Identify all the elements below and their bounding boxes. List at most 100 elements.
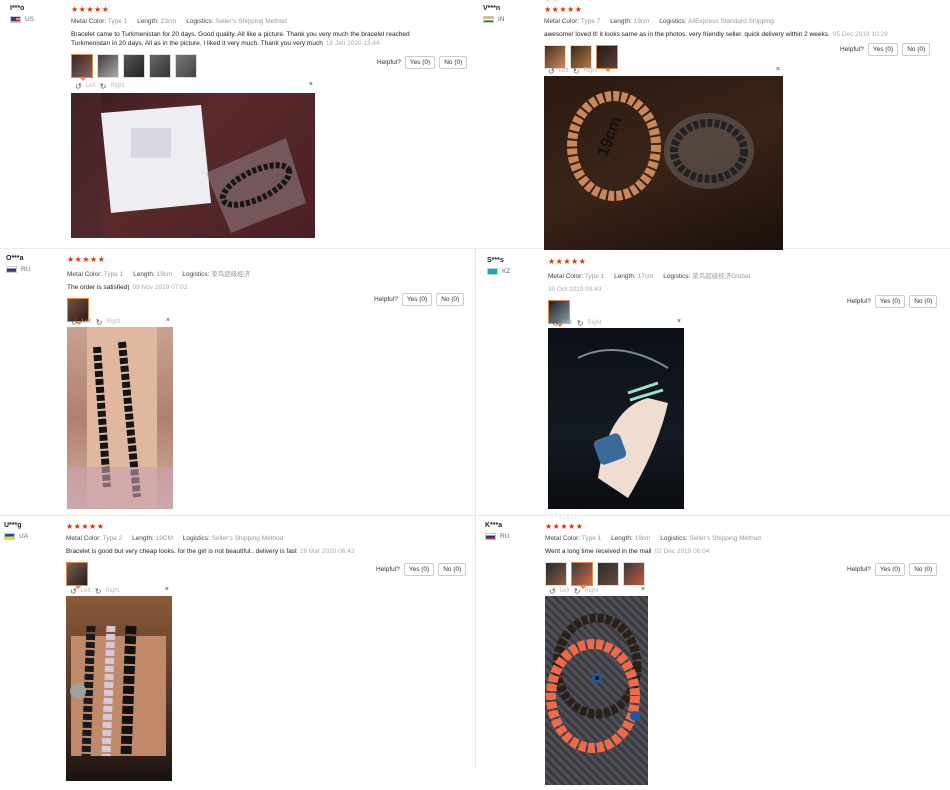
review-photo [66, 596, 172, 781]
rotate-left-icon[interactable]: ↺ [70, 587, 77, 596]
reviewer-country: UA [19, 533, 29, 540]
rotate-right-label[interactable]: Right [106, 319, 120, 325]
rating-stars: ★★★★★ [71, 5, 110, 14]
column-divider [475, 248, 476, 768]
photo-thumbnail[interactable] [71, 54, 93, 81]
rotate-right-label[interactable]: Right [583, 68, 597, 74]
photo-viewer: ↺ Left ↻ Right × [71, 81, 317, 243]
rotate-right-icon[interactable]: ↻ [577, 319, 584, 328]
photo-thumbnail[interactable] [623, 562, 645, 586]
rotate-right-label[interactable]: Right [584, 588, 598, 594]
rotate-right-icon[interactable]: ↻ [95, 587, 102, 596]
rotate-left-icon[interactable]: ↺ [552, 319, 559, 328]
row-divider [0, 515, 950, 516]
photo-thumbnail[interactable] [123, 54, 145, 78]
photo-thumbnail[interactable] [175, 54, 197, 78]
close-icon[interactable]: × [166, 317, 170, 324]
sku-info: Metal Color: Type 1 Length: 17cm Logisti… [548, 273, 751, 280]
photo-viewer: ↺ Left ↻ Right × 19cm [544, 66, 784, 250]
rotate-right-icon[interactable]: ↻ [574, 587, 581, 596]
rotate-right-icon[interactable]: ↻ [96, 318, 103, 327]
rotate-left-label[interactable]: Left [560, 588, 570, 594]
photo-content: 19cm [567, 91, 754, 201]
review-card: U***g UA ★★★★★ Metal Color: Type 2 Lengt… [4, 522, 471, 784]
rotate-left-label[interactable]: Left [559, 68, 569, 74]
photo-thumbnail[interactable] [545, 562, 567, 586]
rotate-left-label[interactable]: Left [86, 83, 96, 89]
rotate-right-label[interactable]: Right [105, 588, 119, 594]
rotate-right-icon[interactable]: ↻ [100, 82, 107, 91]
rating-stars: ★★★★★ [548, 257, 587, 266]
reviewer-country: RU [500, 533, 510, 540]
helpful-section: Helpful? Yes (0) No (0) [374, 293, 465, 306]
country-flag-icon [10, 16, 21, 23]
helpful-yes-button[interactable]: Yes (0) [874, 295, 906, 308]
country-flag-icon [483, 16, 494, 23]
helpful-section: Helpful? Yes (0) No (0) [847, 295, 938, 308]
reviewer-info: O***a RU [6, 255, 66, 273]
close-icon[interactable]: × [641, 586, 645, 593]
review-text: The order is satisfied) 09 Nov 2019 07:02 [67, 284, 188, 291]
helpful-no-button[interactable]: No (0) [438, 563, 467, 576]
helpful-label: Helpful? [377, 59, 401, 66]
rotate-right-label[interactable]: Right [587, 320, 601, 326]
helpful-label: Helpful? [847, 298, 871, 305]
photo-thumbnail[interactable] [571, 562, 593, 589]
rotate-left-icon[interactable]: ↺ [75, 82, 82, 91]
photo-content [70, 625, 166, 757]
reviewer-name: U***g [4, 522, 22, 529]
review-text: Went a long time received in the mail 02 … [545, 548, 710, 555]
rotate-left-icon[interactable]: ↺ [549, 587, 556, 596]
review-date: 28 Mar 2020 06:43 [299, 548, 355, 555]
rotate-left-icon[interactable]: ↺ [71, 318, 78, 327]
helpful-yes-button[interactable]: Yes (0) [404, 56, 436, 69]
photo-thumbnail[interactable] [149, 54, 171, 78]
sku-info: Metal Color: Type 1 Length: 23cm Logisti… [71, 18, 287, 25]
helpful-no-button[interactable]: No (0) [436, 293, 465, 306]
helpful-yes-button[interactable]: Yes (0) [401, 293, 433, 306]
close-icon[interactable]: × [309, 81, 313, 88]
reviewer-name: O***a [6, 255, 24, 262]
photo-viewer: ↺ Left ↻ Right × [548, 318, 685, 509]
helpful-yes-button[interactable]: Yes (0) [874, 563, 906, 576]
close-icon[interactable]: × [165, 586, 169, 593]
close-icon[interactable]: × [776, 66, 780, 73]
country-flag-icon [485, 533, 496, 540]
photo-thumbnail[interactable] [97, 54, 119, 78]
rotate-left-label[interactable]: Left [563, 320, 573, 326]
photo-thumbnail[interactable] [66, 562, 88, 589]
close-icon[interactable]: × [677, 318, 681, 325]
country-flag-icon [6, 266, 17, 273]
helpful-section: Helpful? Yes (0) No (0) [840, 43, 931, 56]
photo-content [67, 327, 173, 509]
rotate-left-icon[interactable]: ↺ [548, 67, 555, 76]
svg-text:19cm: 19cm [595, 115, 625, 159]
review-date: 05 Dec 2019 10:29 [832, 31, 888, 38]
review-photo [545, 596, 648, 785]
rotate-right-label[interactable]: Right [110, 83, 124, 89]
review-card: V***n IN ★★★★★ Metal Color: Type 7 Lengt… [483, 5, 943, 250]
rotate-left-label[interactable]: Left [81, 588, 91, 594]
rating-stars: ★★★★★ [545, 522, 584, 531]
reviewer-name: K***a [485, 522, 503, 529]
review-photo [71, 93, 315, 238]
helpful-yes-button[interactable]: Yes (0) [403, 563, 435, 576]
rotate-right-icon[interactable]: ↻ [573, 67, 580, 76]
review-card: O***a RU ★★★★★ Metal Color: Type 1 Lengt… [6, 255, 471, 510]
photo-viewer: ↺ Left ↻ Right × [67, 317, 174, 509]
helpful-no-button[interactable]: No (0) [439, 56, 468, 69]
rating-stars: ★★★★★ [544, 5, 583, 14]
helpful-yes-button[interactable]: Yes (0) [867, 43, 899, 56]
helpful-no-button[interactable]: No (0) [902, 43, 931, 56]
photo-thumbnail[interactable] [597, 562, 619, 586]
review-text: Bracelet is good but very cheap looks. f… [66, 548, 355, 555]
reviewer-info: V***n IN [483, 5, 543, 23]
reviewer-country: US [25, 16, 35, 23]
helpful-label: Helpful? [374, 296, 398, 303]
rotate-left-label[interactable]: Left [82, 319, 92, 325]
photo-content [71, 93, 306, 238]
helpful-no-button[interactable]: No (0) [909, 563, 938, 576]
reviewer-info: I***o US [10, 5, 70, 23]
review-photo: 19cm [544, 76, 783, 250]
helpful-no-button[interactable]: No (0) [909, 295, 938, 308]
